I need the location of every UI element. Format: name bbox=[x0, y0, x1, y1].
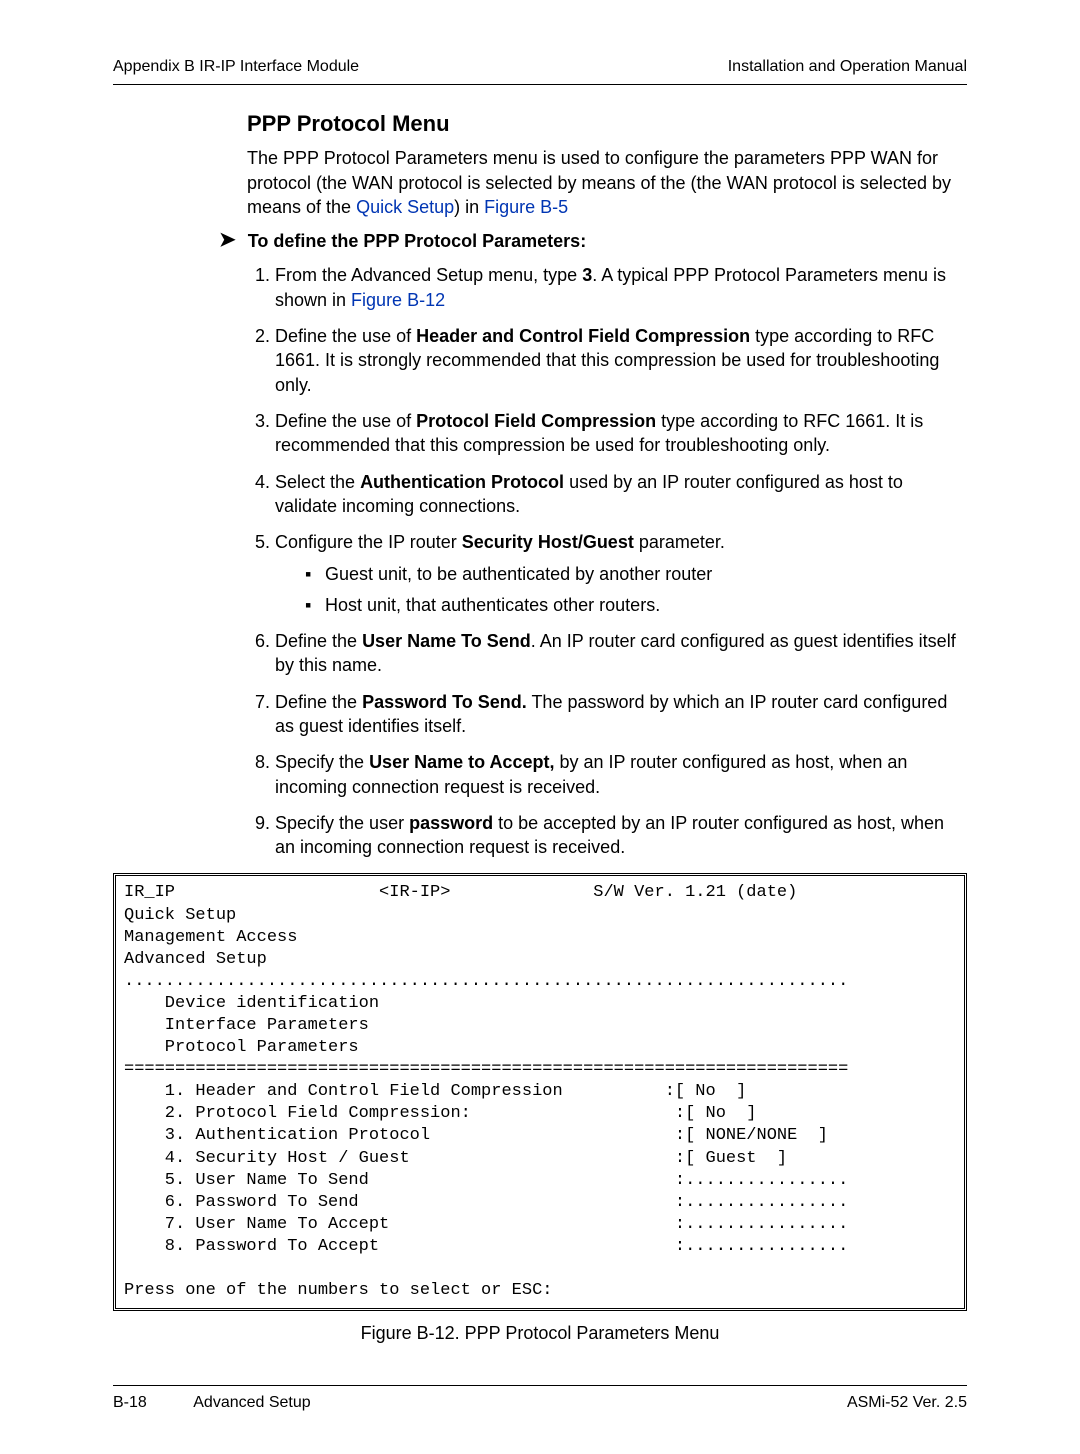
step-5-sub1: Guest unit, to be authenticated by anoth… bbox=[305, 562, 967, 586]
intro-text-b: ) in bbox=[454, 197, 484, 217]
header-right: Installation and Operation Manual bbox=[728, 56, 967, 78]
link-figure-b12[interactable]: Figure B-12 bbox=[351, 290, 445, 310]
step-5-sublist: Guest unit, to be authenticated by anoth… bbox=[275, 562, 967, 617]
footer-section-name: Advanced Setup bbox=[193, 1394, 310, 1411]
footer-rule bbox=[113, 1385, 967, 1386]
running-header: Appendix B IR-IP Interface Module Instal… bbox=[113, 56, 967, 84]
section-heading: PPP Protocol Menu bbox=[247, 109, 967, 139]
document-page: Appendix B IR-IP Interface Module Instal… bbox=[0, 0, 1080, 1454]
footer-page-number: B-18 bbox=[113, 1394, 147, 1411]
footer-version: ASMi-52 Ver. 2.5 bbox=[847, 1392, 967, 1414]
procedure-steps: From the Advanced Setup menu, type 3. A … bbox=[247, 263, 967, 859]
step-5-sub2: Host unit, that authenticates other rout… bbox=[305, 593, 967, 617]
intro-paragraph: The PPP Protocol Parameters menu is used… bbox=[247, 146, 967, 219]
header-left: Appendix B IR-IP Interface Module bbox=[113, 56, 359, 78]
step-9: Specify the user password to be accepted… bbox=[275, 811, 967, 860]
link-quick-setup[interactable]: Quick Setup bbox=[356, 197, 454, 217]
step-2: Define the use of Header and Control Fie… bbox=[275, 324, 967, 397]
step-3: Define the use of Protocol Field Compres… bbox=[275, 409, 967, 458]
footer-left: B-18 Advanced Setup bbox=[113, 1392, 311, 1414]
link-figure-b5[interactable]: Figure B-5 bbox=[484, 197, 568, 217]
figure-caption: Figure B-12. PPP Protocol Parameters Men… bbox=[113, 1321, 967, 1345]
step-6: Define the User Name To Send. An IP rout… bbox=[275, 629, 967, 678]
procedure-heading: ➤ To define the PPP Protocol Parameters: bbox=[219, 229, 967, 253]
content-block: PPP Protocol Menu The PPP Protocol Param… bbox=[113, 109, 967, 860]
intro-text-a: The PPP Protocol Parameters menu is used… bbox=[247, 148, 951, 217]
step-5: Configure the IP router Security Host/Gu… bbox=[275, 530, 967, 617]
arrow-icon: ➤ bbox=[219, 230, 236, 250]
running-footer: B-18 Advanced Setup ASMi-52 Ver. 2.5 bbox=[113, 1392, 967, 1414]
step-7: Define the Password To Send. The passwor… bbox=[275, 690, 967, 739]
step-4: Select the Authentication Protocol used … bbox=[275, 470, 967, 519]
header-rule bbox=[113, 84, 967, 85]
step-1-bold: 3 bbox=[582, 265, 592, 285]
procedure-title-text: To define the PPP Protocol Parameters: bbox=[248, 229, 586, 253]
terminal-screen: IR_IP <IR-IP> S/W Ver. 1.21 (date) Quick… bbox=[113, 873, 967, 1311]
step-8: Specify the User Name to Accept, by an I… bbox=[275, 750, 967, 799]
step-1: From the Advanced Setup menu, type 3. A … bbox=[275, 263, 967, 312]
